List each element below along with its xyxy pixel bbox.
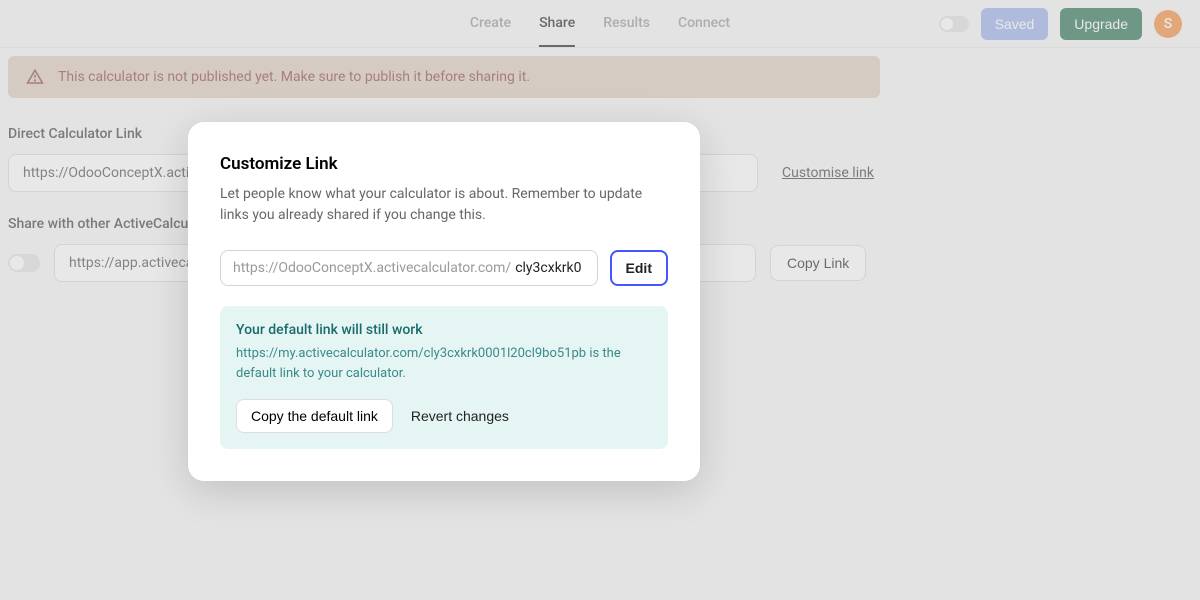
modal-description: Let people know what your calculator is … xyxy=(220,184,668,226)
slug-input[interactable]: https://OdooConceptX.activecalculator.co… xyxy=(220,250,598,286)
edit-button[interactable]: Edit xyxy=(610,250,668,286)
info-title: Your default link will still work xyxy=(236,322,652,338)
slug-row: https://OdooConceptX.activecalculator.co… xyxy=(220,250,668,286)
default-link-info: Your default link will still work https:… xyxy=(220,306,668,449)
info-text: https://my.activecalculator.com/cly3cxkr… xyxy=(236,344,652,383)
slug-prefix: https://OdooConceptX.activecalculator.co… xyxy=(233,260,511,276)
revert-changes-button[interactable]: Revert changes xyxy=(411,408,509,424)
copy-default-link-button[interactable]: Copy the default link xyxy=(236,399,393,433)
info-actions: Copy the default link Revert changes xyxy=(236,399,652,433)
customize-link-modal: Customize Link Let people know what your… xyxy=(188,122,700,481)
modal-title: Customize Link xyxy=(220,154,668,174)
slug-value: cly3cxkrk0 xyxy=(515,260,581,276)
